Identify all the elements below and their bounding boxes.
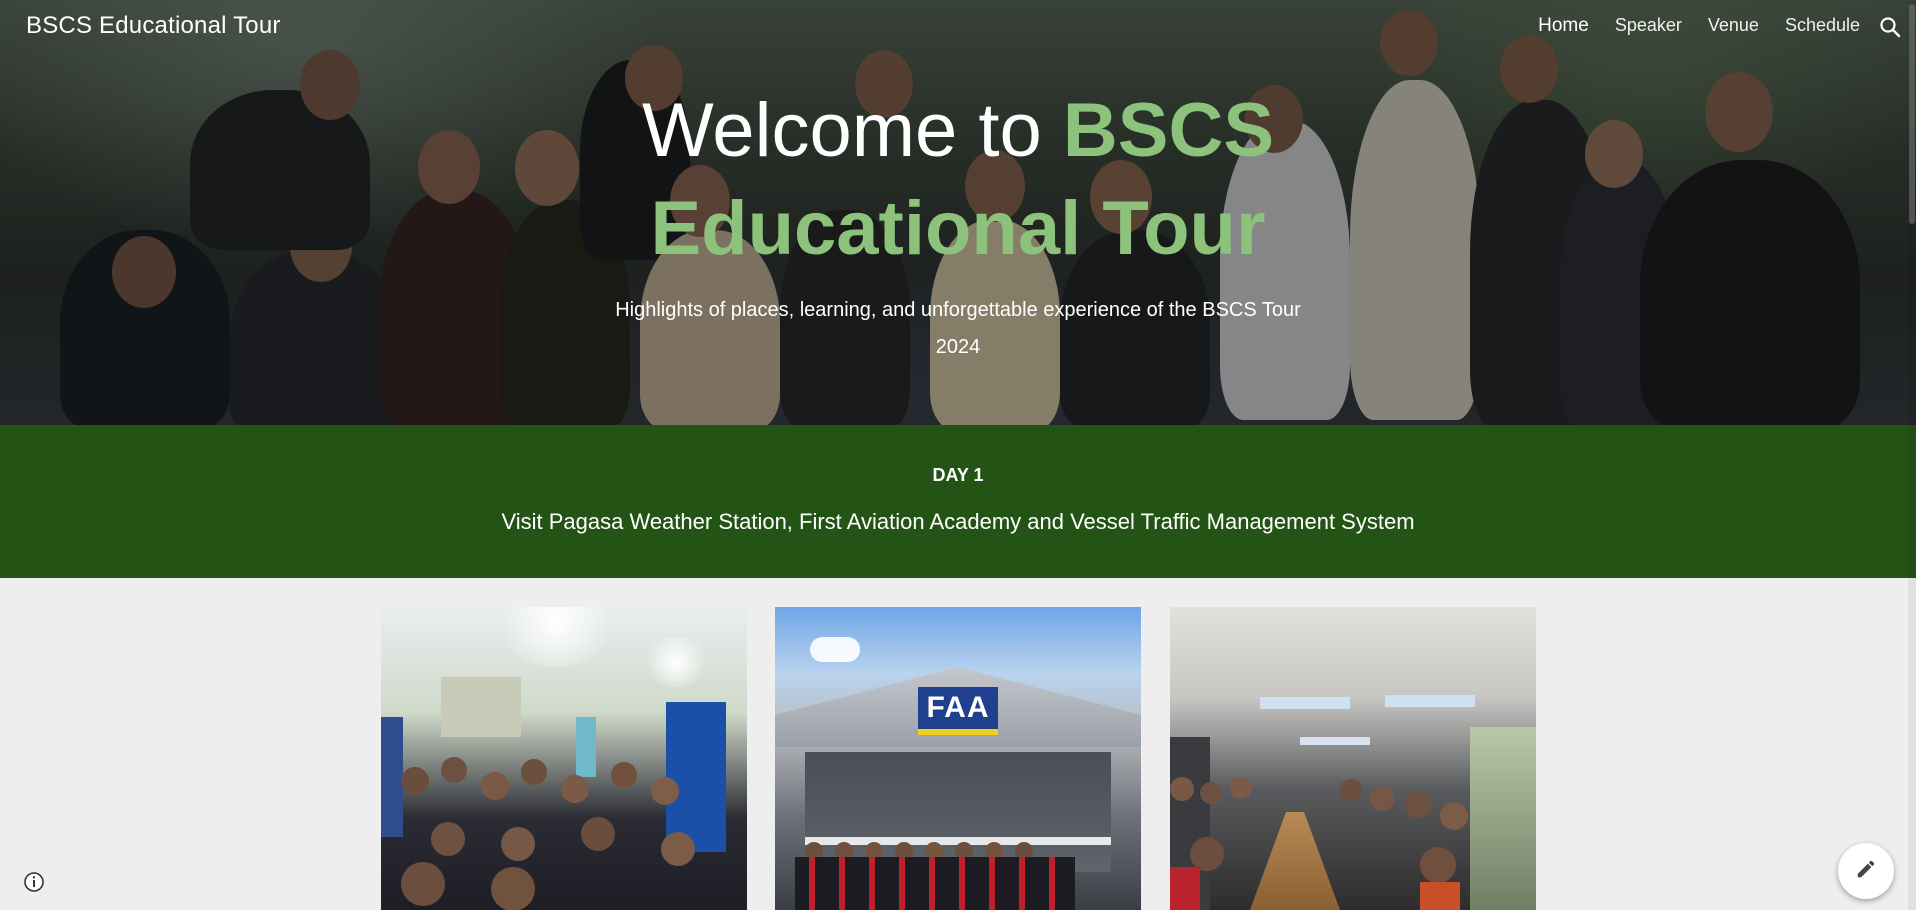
info-icon[interactable]: [22, 870, 46, 894]
nav-item-speaker[interactable]: Speaker: [1615, 15, 1682, 37]
photo-vessel-traffic-conference[interactable]: [1170, 607, 1536, 910]
day-description: Visit Pagasa Weather Station, First Avia…: [501, 509, 1415, 534]
photo-pagasa-classroom[interactable]: [381, 607, 747, 910]
nav-item-venue[interactable]: Venue: [1708, 15, 1759, 37]
top-nav-bar: BSCS Educational Tour Home Speaker Venue…: [0, 0, 1916, 56]
nav-item-home[interactable]: Home: [1538, 15, 1589, 37]
site-title[interactable]: BSCS Educational Tour: [26, 12, 281, 40]
edit-button[interactable]: [1838, 843, 1894, 899]
hero-subtitle: Highlights of places, learning, and unfo…: [615, 299, 1301, 358]
day-section: DAY 1 Visit Pagasa Weather Station, Firs…: [0, 425, 1916, 578]
pencil-icon: [1855, 858, 1877, 885]
search-icon[interactable]: [1878, 15, 1902, 39]
hero-title: Welcome to BSCS Educational Tour: [608, 82, 1308, 278]
main-nav: Home Speaker Venue Schedule: [1538, 15, 1860, 37]
nav-item-schedule[interactable]: Schedule: [1785, 15, 1860, 37]
photo-aviation-hangar[interactable]: FAA: [775, 607, 1141, 910]
day-label: DAY 1: [932, 465, 984, 485]
hero-title-prefix: Welcome to: [641, 88, 1063, 173]
hero-banner: BSCS Educational Tour Home Speaker Venue…: [0, 0, 1916, 425]
hero-content: Welcome to BSCS Educational Tour Highlig…: [0, 82, 1916, 366]
hangar-sign: FAA: [918, 687, 998, 729]
